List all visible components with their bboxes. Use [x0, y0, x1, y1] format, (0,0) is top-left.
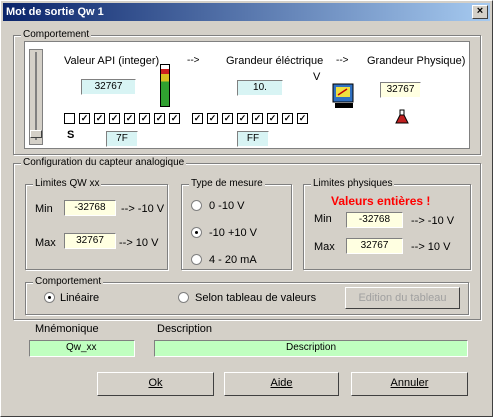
api-value-label: Valeur API (integer) — [64, 55, 160, 67]
qw-min-label: Min — [35, 203, 53, 215]
mnemonique-label: Mnémonique — [35, 323, 99, 335]
bit-checkbox[interactable]: ✓ — [139, 113, 150, 124]
electrical-value-field: 10. — [237, 80, 283, 96]
radio-tableau[interactable] — [178, 292, 189, 303]
phys-min-field[interactable]: -32768 — [346, 212, 403, 228]
bit-checkbox[interactable]: ✓ — [252, 113, 263, 124]
comportement-legend: Comportement — [33, 276, 104, 287]
phys-min-result: --> -10 V — [411, 215, 455, 227]
voltmeter-icon — [332, 83, 354, 108]
edit-table-button[interactable]: Edition du tableau — [345, 287, 460, 309]
dialog-window: Mot de sortie Qw 1 × Comportement Valeur… — [0, 0, 493, 417]
bit-checkbox[interactable]: ✓ — [124, 113, 135, 124]
type-mesure-radio[interactable] — [191, 254, 202, 265]
hex-low-field: FF — [237, 131, 269, 147]
phys-max-field[interactable]: 32767 — [346, 238, 403, 254]
limites-phys-legend: Limites physiques — [311, 178, 395, 189]
value-slider[interactable] — [29, 49, 43, 145]
description-field[interactable]: Description — [154, 340, 468, 357]
level-bar — [160, 64, 170, 107]
qw-min-result: --> -10 V — [121, 203, 165, 215]
close-button[interactable]: × — [472, 5, 488, 19]
bit-checkbox[interactable] — [64, 113, 75, 124]
phys-min-label: Min — [314, 213, 332, 225]
arrow-api-to-elec: --> — [187, 55, 200, 66]
bit-checkbox[interactable]: ✓ — [154, 113, 165, 124]
api-value-field: 32767 — [81, 79, 136, 95]
title-bar: Mot de sortie Qw 1 × — [3, 3, 490, 21]
type-mesure-radio[interactable] — [191, 227, 202, 238]
qw-max-result: --> 10 V — [119, 237, 159, 249]
bit-checkbox[interactable]: ✓ — [192, 113, 203, 124]
phys-max-label: Max — [314, 241, 335, 253]
limites-qw-group: Limites QW xx — [25, 178, 168, 270]
type-mesure-radio[interactable] — [191, 200, 202, 211]
bit-checkbox[interactable]: ✓ — [79, 113, 90, 124]
hex-high-field: 7F — [106, 131, 138, 147]
comportement-top-legend: Comportement — [21, 29, 92, 40]
config-legend: Configuration du capteur analogique — [21, 157, 187, 168]
mnemonique-field[interactable]: Qw_xx — [29, 340, 135, 357]
bit-checkbox[interactable]: ✓ — [297, 113, 308, 124]
s-label: S — [67, 129, 75, 141]
radio-lineaire-label[interactable]: Linéaire — [60, 292, 99, 304]
ok-button[interactable]: Ok — [97, 372, 214, 396]
bit-checkbox[interactable]: ✓ — [94, 113, 105, 124]
bit-checkbox[interactable]: ✓ — [282, 113, 293, 124]
slider-track — [35, 52, 37, 140]
window-title: Mot de sortie Qw 1 — [6, 6, 104, 18]
radio-tableau-label[interactable]: Selon tableau de valeurs — [195, 292, 316, 304]
electrical-label: Grandeur éléctrique — [226, 55, 324, 67]
qw-min-field[interactable]: -32768 — [64, 200, 116, 216]
bit-checkbox[interactable]: ✓ — [267, 113, 278, 124]
description-label: Description — [157, 323, 213, 335]
type-mesure-legend: Type de mesure — [189, 178, 265, 189]
slider-thumb[interactable] — [30, 130, 42, 138]
qw-max-field[interactable]: 32767 — [64, 233, 116, 249]
arrow-elec-to-phys: --> — [336, 55, 349, 66]
phys-max-result: --> 10 V — [411, 241, 451, 253]
flask-icon — [395, 109, 409, 124]
qw-max-label: Max — [35, 237, 56, 249]
valeurs-entieres-warning: Valeurs entières ! — [331, 194, 431, 208]
type-mesure-option-label[interactable]: 4 - 20 mA — [209, 254, 257, 266]
bit-checkbox[interactable]: ✓ — [222, 113, 233, 124]
radio-lineaire[interactable] — [44, 292, 55, 303]
bit-checkbox[interactable]: ✓ — [109, 113, 120, 124]
bit-checkbox[interactable]: ✓ — [169, 113, 180, 124]
physical-value-field: 32767 — [380, 82, 421, 98]
type-mesure-option-label[interactable]: 0 -10 V — [209, 200, 244, 212]
bit-checkbox[interactable]: ✓ — [207, 113, 218, 124]
bit-checkbox[interactable]: ✓ — [237, 113, 248, 124]
unit-letter: V — [313, 71, 321, 83]
annuler-button[interactable]: Annuler — [351, 372, 468, 396]
physical-label: Grandeur Physique) — [367, 55, 466, 67]
limites-qw-legend: Limites QW xx — [33, 178, 102, 189]
aide-button[interactable]: Aide — [224, 372, 339, 396]
type-mesure-option-label[interactable]: -10 +10 V — [209, 227, 257, 239]
